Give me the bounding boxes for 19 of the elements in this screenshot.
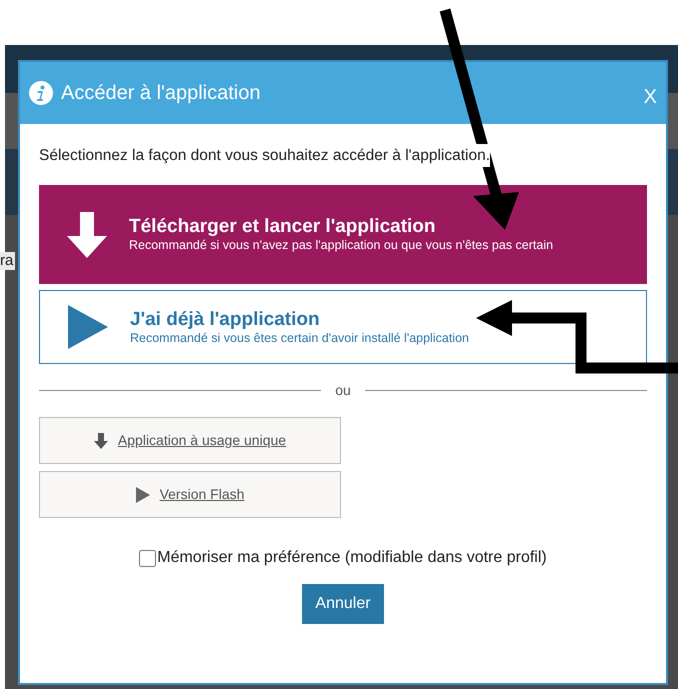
alternative-button[interactable]: Version Flash [39,471,341,518]
play-icon [68,305,108,350]
remember-label: Mémoriser ma préférence (modifiable dans votre profil) [157,548,547,568]
alternative-button[interactable]: Application à usage unique [39,417,341,464]
play-icon [136,486,150,503]
divider-label: ou [334,381,352,400]
intro-text: Sélectionnez la façon dont vous souhaitez accéder à l'application. [39,144,490,168]
cancel-button[interactable]: Annuler [302,584,384,624]
download-option-button[interactable]: Télécharger et lancer l'application Recommandé si vous n'avez pas l'application ou que vous n'êtes pas certain [39,185,647,284]
option-description: Recommandé si vous êtes certain d'avoir installé l'application [130,330,469,346]
remember-checkbox[interactable] [139,550,156,567]
option-title: J'ai déjà l'application [130,308,321,331]
dialog-title: Accéder à l'application [61,81,262,106]
option-title: Télécharger et lancer l'application [129,216,437,238]
launch-option-button[interactable]: J'ai déjà l'application Recommandé si vous êtes certain d'avoir installé l'application [39,290,647,364]
down-arrow-icon [67,212,107,258]
option-description: Recommandé si vous n'avez pas l'application ou que vous n'êtes pas certain [129,238,554,254]
info-icon [29,81,53,105]
down-arrow-icon [94,432,108,449]
